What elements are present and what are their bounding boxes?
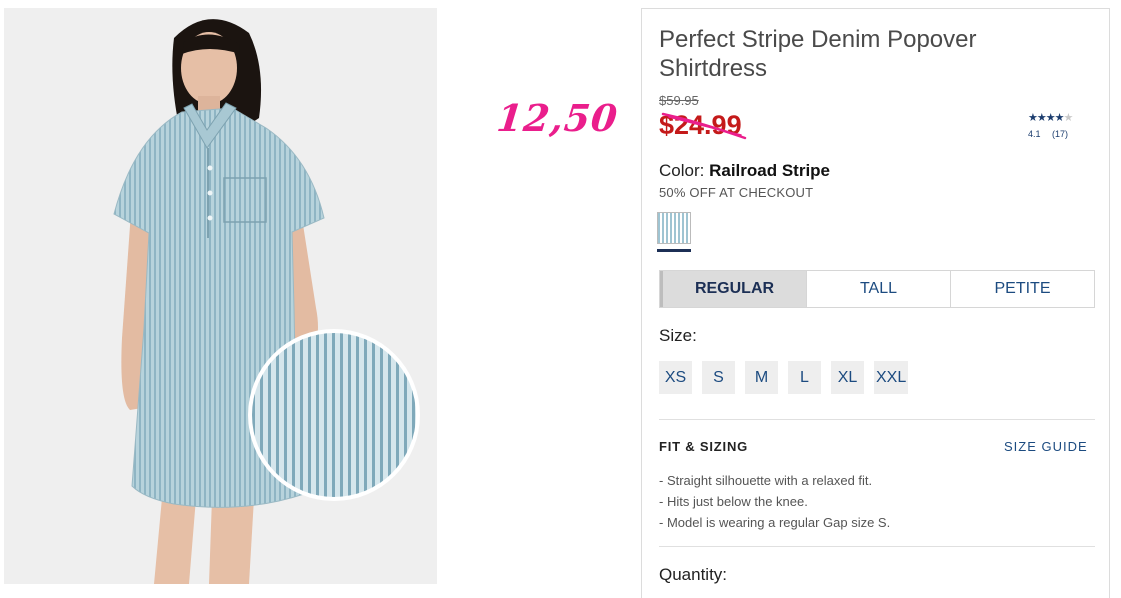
- product-title: Perfect Stripe Denim Popover Shirtdress: [659, 26, 977, 82]
- rating-score: 4.1: [1028, 129, 1041, 139]
- color-swatch-railroad-stripe[interactable]: [657, 212, 691, 244]
- color-label: Color:: [659, 161, 705, 180]
- fit-details-list: - Straight silhouette with a relaxed fit…: [659, 470, 890, 533]
- rating-stars-icon: ★★★★★: [1028, 112, 1073, 124]
- size-options: XS S M L XL XXL: [659, 361, 909, 394]
- color-name: Railroad Stripe: [709, 161, 831, 180]
- promo-text: 50% OFF AT CHECKOUT: [659, 185, 814, 200]
- list-item: - Model is wearing a regular Gap size S.: [659, 515, 891, 530]
- product-info-panel: Perfect Stripe Denim Popover Shirtdress …: [641, 8, 1110, 598]
- tab-petite[interactable]: PETITE: [950, 271, 1094, 307]
- review-count[interactable]: (17): [1052, 129, 1068, 139]
- quantity-label: Quantity:: [659, 565, 728, 584]
- size-xxl-button[interactable]: XXL: [874, 361, 909, 394]
- size-m-button[interactable]: M: [745, 361, 778, 394]
- product-rating[interactable]: ★★★★★ 4.1 (17): [1028, 111, 1098, 139]
- divider: [659, 546, 1095, 547]
- original-price: $59.95: [659, 93, 699, 108]
- size-xs-button[interactable]: XS: [659, 361, 692, 394]
- size-xl-button[interactable]: XL: [831, 361, 864, 394]
- handwritten-price-note: 12,50: [494, 96, 621, 140]
- fit-sizing-heading: FIT & SIZING: [659, 439, 749, 454]
- model-photo: [113, 19, 420, 584]
- swatch-selected-indicator: [657, 249, 691, 252]
- tab-regular[interactable]: REGULAR: [660, 271, 806, 307]
- size-guide-link[interactable]: SIZE GUIDE: [1004, 439, 1088, 454]
- color-selection: Color: Railroad Stripe: [659, 161, 830, 181]
- product-image[interactable]: [4, 8, 437, 584]
- divider: [659, 419, 1095, 420]
- list-item: - Straight silhouette with a relaxed fit…: [659, 473, 873, 488]
- tab-tall[interactable]: TALL: [806, 271, 950, 307]
- size-label: Size:: [659, 326, 697, 345]
- size-s-button[interactable]: S: [702, 361, 735, 394]
- size-l-button[interactable]: L: [788, 361, 821, 394]
- fit-tabs: REGULAR TALL PETITE: [659, 270, 1095, 308]
- sale-price: $24.99: [659, 110, 742, 140]
- list-item: - Hits just below the knee.: [659, 494, 808, 509]
